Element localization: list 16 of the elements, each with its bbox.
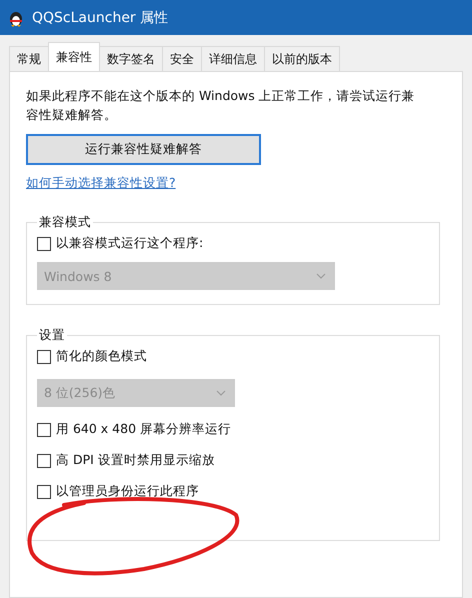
chevron-icon bbox=[216, 390, 226, 396]
tab[interactable]: 常规 bbox=[9, 46, 49, 71]
checkbox[interactable]: 用 640 x 480 屏幕分辨率运行 bbox=[37, 421, 429, 438]
window-title: QQScLauncher 属性 bbox=[32, 8, 168, 26]
checkbox[interactable]: 高 DPI 设置时禁用显示缩放 bbox=[37, 452, 429, 469]
intro-text: 如果此程序不能在这个版本的 Windows 上正常工作，请尝试运行兼容性疑难解答。 bbox=[26, 87, 416, 124]
group-title: 兼容模式 bbox=[38, 214, 92, 231]
tab[interactable]: 以前的版本 bbox=[264, 46, 340, 71]
group-title: 设置 bbox=[38, 327, 66, 344]
checkbox[interactable]: 以兼容模式运行这个程序: bbox=[37, 235, 429, 252]
checkbox[interactable]: 以管理员身份运行此程序 bbox=[37, 483, 429, 500]
help-link[interactable]: 如何手动选择兼容性设置? bbox=[26, 175, 176, 192]
tab[interactable]: 兼容性 bbox=[48, 42, 100, 71]
chevron-icon bbox=[316, 273, 326, 279]
checkbox[interactable]: 简化的颜色模式 bbox=[37, 348, 429, 365]
troubleshoot-button[interactable]: 运行兼容性疑难解答 bbox=[26, 134, 261, 165]
